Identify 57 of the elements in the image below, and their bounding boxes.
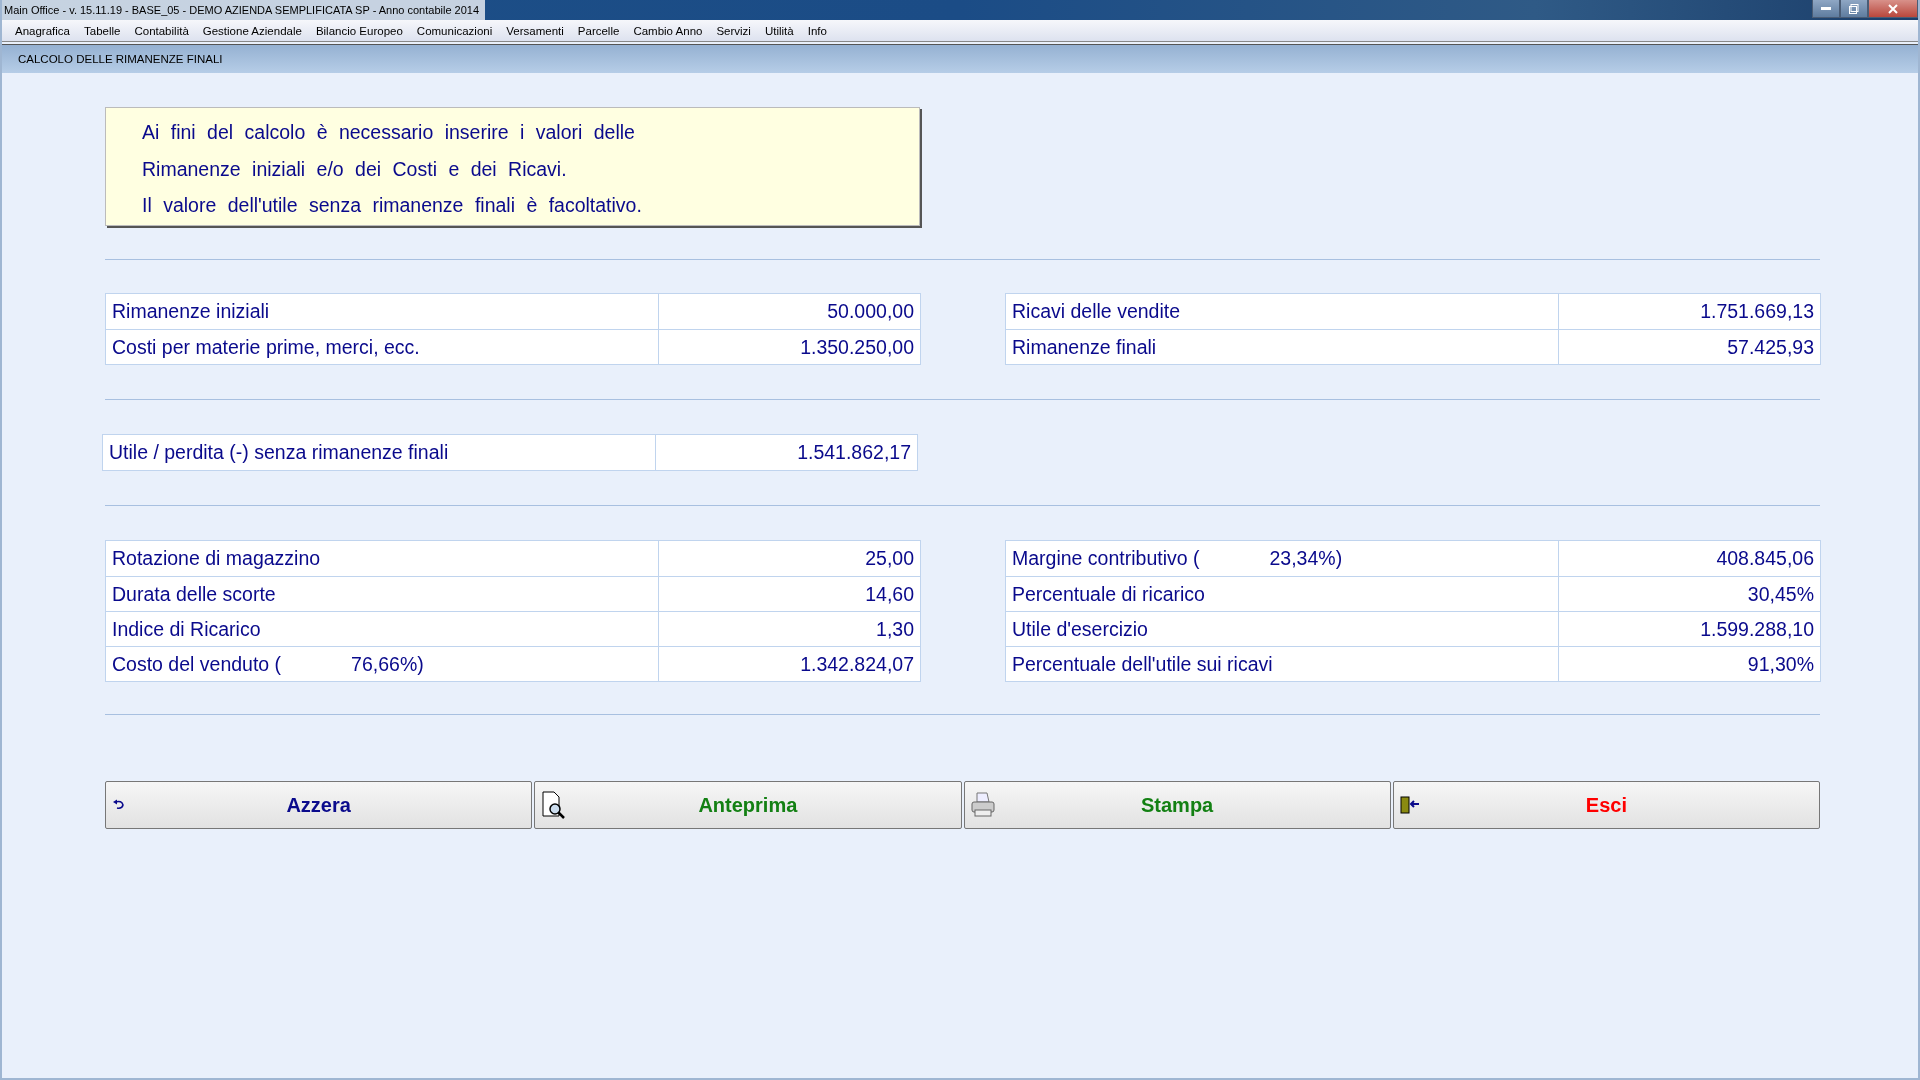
window-title: Main Office - v. 15.11.19 - BASE_05 - DEMO AZIENDA SEMPLIFICATA SP - Anno contabile 2014 bbox=[2, 0, 486, 20]
percentage-text: 23,34%) bbox=[1269, 547, 1343, 570]
info-text: Il valore dell'utile senza rimanenze finali è facoltativo. bbox=[142, 193, 643, 218]
menu-item[interactable]: Comunicazioni bbox=[409, 24, 500, 37]
menu-item[interactable]: Parcelle bbox=[570, 24, 627, 37]
minimize-icon bbox=[1821, 6, 1831, 11]
menu-item[interactable]: Gestione Aziendale bbox=[195, 24, 309, 37]
undo-arrow-icon bbox=[112, 799, 126, 811]
value-field[interactable]: 91,30% bbox=[1559, 647, 1820, 681]
field-label: Percentuale dell'utile sui ricavi bbox=[1006, 647, 1559, 681]
value-field[interactable]: 408.845,06 bbox=[1559, 541, 1820, 576]
value-field[interactable]: 1.599.288,10 bbox=[1559, 612, 1820, 646]
action-button[interactable]: Anteprima bbox=[534, 781, 962, 829]
value-field[interactable]: 1.342.824,07 bbox=[659, 647, 920, 681]
menu-item[interactable]: Tabelle bbox=[77, 24, 128, 37]
percentage-text: 76,66%) bbox=[351, 652, 424, 676]
field-label: Rimanenze finali bbox=[1006, 330, 1559, 364]
close-button[interactable] bbox=[1868, 0, 1918, 18]
close-icon bbox=[1888, 3, 1898, 14]
field-label: Utile d'esercizio bbox=[1006, 612, 1559, 646]
field-label: Costi per materie prime, merci, ecc. bbox=[106, 330, 659, 364]
form-title: CALCOLO DELLE RIMANENZE FINALI bbox=[18, 53, 223, 65]
menu-item[interactable]: Cambio Anno bbox=[626, 24, 710, 37]
restore-icon bbox=[1849, 3, 1859, 14]
label-text: Costo del venduto ( bbox=[112, 652, 282, 676]
field-label: Utile / perdita (-) senza rimanenze finali bbox=[103, 435, 656, 470]
value-field[interactable]: 1.751.669,13 bbox=[1559, 294, 1820, 329]
field-label: Rimanenze iniziali bbox=[106, 294, 659, 329]
field-label: Durata delle scorte bbox=[106, 577, 659, 611]
label-text: Margine contributivo ( bbox=[1012, 547, 1200, 570]
value-field[interactable]: 57.425,93 bbox=[1559, 330, 1820, 364]
value-field[interactable]: 30,45% bbox=[1559, 577, 1820, 611]
info-text: Ai fini del calcolo è necessario inserire i valori delle bbox=[142, 120, 636, 145]
field-label: Percentuale di ricarico bbox=[1006, 577, 1559, 611]
menu-item[interactable]: Servizi bbox=[709, 24, 758, 37]
value-field[interactable]: 1.350.250,00 bbox=[659, 330, 920, 364]
menu-item[interactable]: Anagrafica bbox=[8, 24, 77, 37]
field-label: Indice di Ricarico bbox=[106, 612, 659, 646]
action-button[interactable]: Azzera bbox=[105, 781, 533, 829]
action-button[interactable]: Stampa bbox=[963, 781, 1391, 829]
menu-item[interactable]: Info bbox=[800, 24, 834, 37]
value-field[interactable]: 14,60 bbox=[659, 577, 920, 611]
field-label: Rotazione di magazzino bbox=[106, 541, 659, 576]
minimize-button[interactable] bbox=[1812, 0, 1840, 18]
value-field[interactable]: 1,30 bbox=[659, 612, 920, 646]
menu-item[interactable]: Versamenti bbox=[499, 24, 571, 37]
field-label: Ricavi delle vendite bbox=[1006, 294, 1559, 329]
restore-button[interactable] bbox=[1840, 0, 1868, 18]
printer-icon bbox=[970, 792, 995, 818]
menu-item[interactable]: Bilancio Europeo bbox=[308, 24, 410, 37]
value-field[interactable]: 50.000,00 bbox=[659, 294, 920, 329]
value-field[interactable]: 25,00 bbox=[659, 541, 920, 576]
exit-door-icon bbox=[1399, 795, 1420, 815]
value-field[interactable]: 1.541.862,17 bbox=[656, 435, 917, 470]
info-text: Rimanenze iniziali e/o dei Costi e dei Ricavi. bbox=[142, 156, 568, 182]
menu-item[interactable]: Utilità bbox=[757, 24, 801, 37]
menu-item[interactable]: Contabilità bbox=[127, 24, 196, 37]
